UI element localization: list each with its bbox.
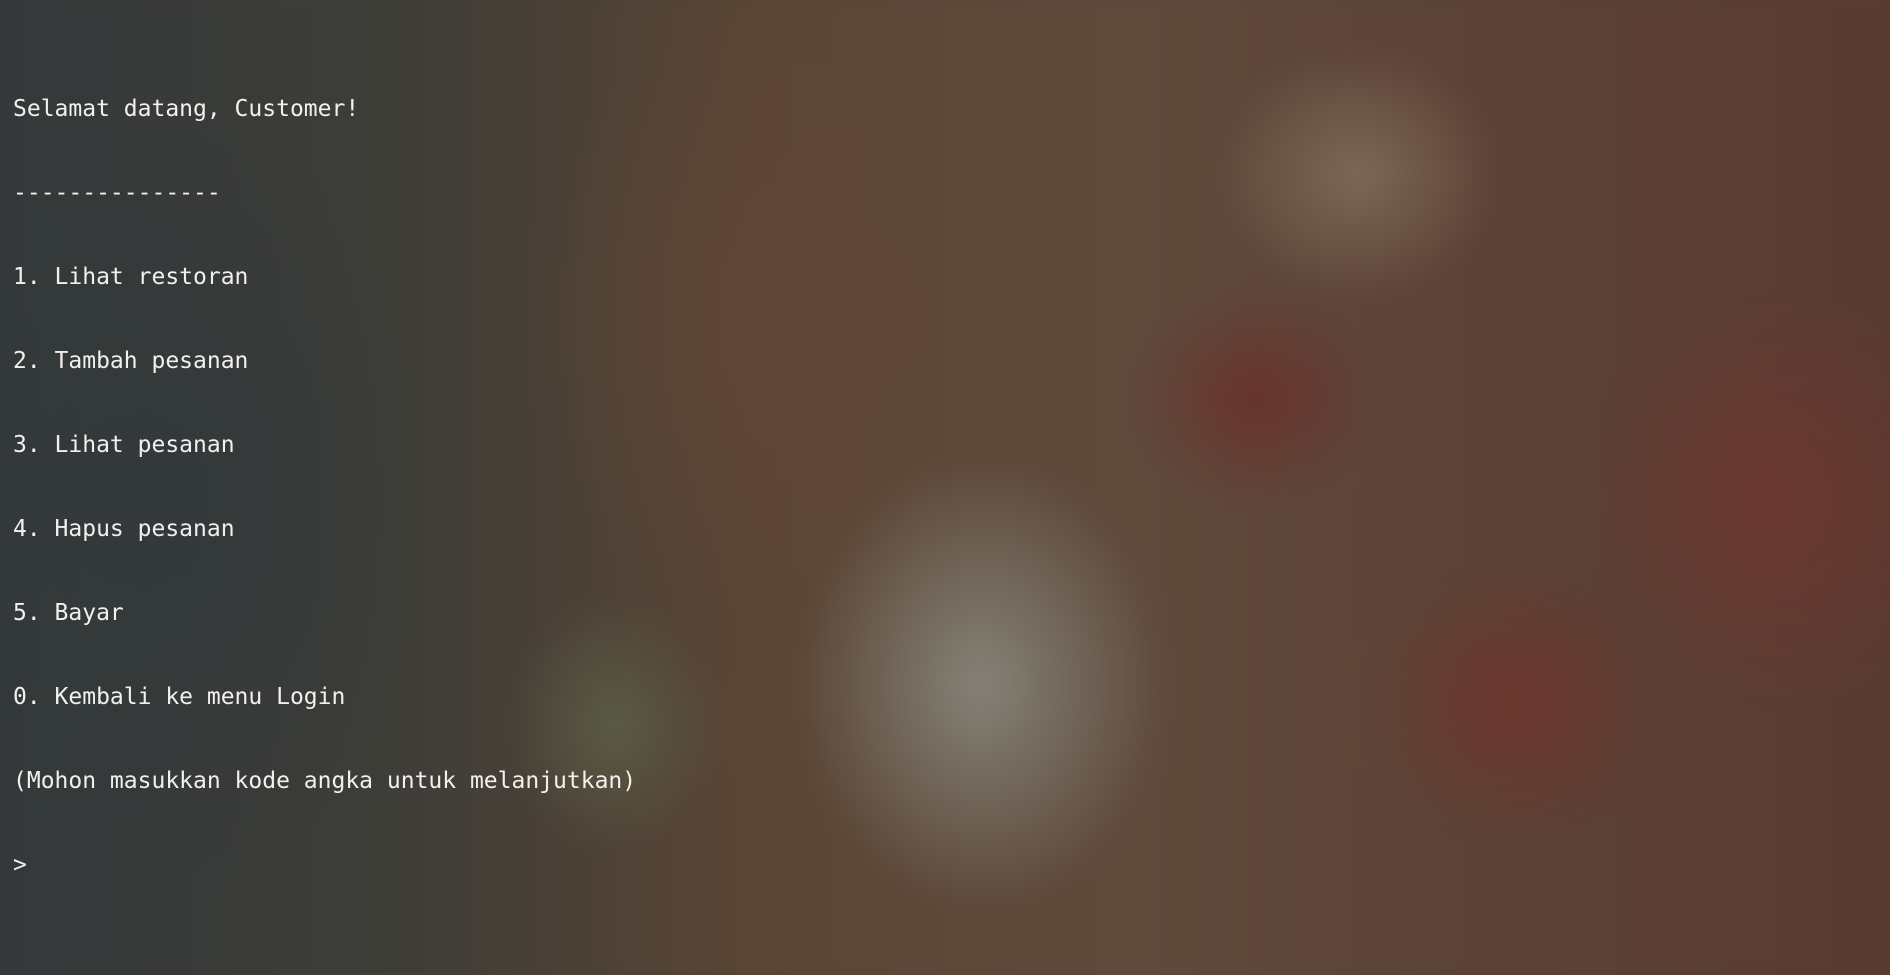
menu-item-hapus-pesanan: 4. Hapus pesanan — [13, 516, 235, 542]
separator-line: --------------- — [13, 180, 221, 206]
command-input[interactable] — [37, 852, 57, 878]
terminal-output: Selamat datang, Customer! --------------… — [13, 39, 636, 907]
instruction-text: (Mohon masukkan kode angka untuk melanju… — [13, 768, 637, 794]
greeting-text: Selamat datang, Customer! — [13, 96, 360, 122]
menu-item-tambah-pesanan: 2. Tambah pesanan — [13, 348, 249, 374]
menu-item-bayar: 5. Bayar — [13, 600, 124, 626]
input-prompt-row[interactable]: > — [13, 851, 636, 879]
menu-item-kembali-login: 0. Kembali ke menu Login — [13, 684, 346, 710]
prompt-symbol: > — [13, 852, 27, 878]
menu-item-lihat-pesanan: 3. Lihat pesanan — [13, 432, 235, 458]
menu-item-lihat-restoran: 1. Lihat restoran — [13, 264, 249, 290]
